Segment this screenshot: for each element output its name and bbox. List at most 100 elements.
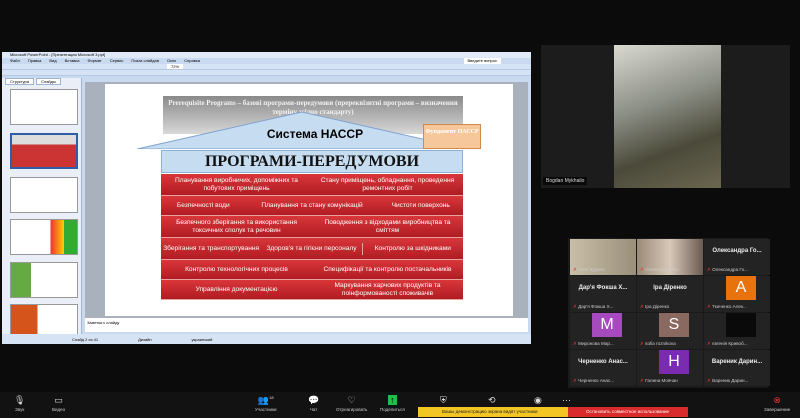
- whiteboard-button[interactable]: ⟲: [488, 395, 496, 407]
- participant-tile[interactable]: Олександра Го... ✗ Олександра Го...: [704, 239, 770, 275]
- record-button[interactable]: ◉: [534, 395, 542, 407]
- participant-name: ✗ Миронова Мар...: [573, 341, 633, 347]
- participant-tile[interactable]: Іра Діренко ✗ Іра Діренко: [637, 276, 703, 312]
- program-cell: Управління документацією: [195, 285, 278, 293]
- share-icon: ↑: [388, 395, 397, 405]
- language: украинский: [191, 337, 213, 342]
- participant-name: ✗ євгенія Кривоб...: [707, 341, 767, 347]
- program-cell: Планування та стану комунікацій: [261, 201, 363, 209]
- program-cell: Чистоти поверхонь: [391, 201, 450, 209]
- tab-outline[interactable]: Структура: [5, 78, 34, 85]
- participant-label: євгенія Кривоб...: [712, 341, 748, 346]
- heart-icon: ♡: [347, 395, 356, 405]
- program-cell: Маркування харчових продуктів та поінфор…: [334, 281, 441, 297]
- participant-label: Олександра Ко...: [645, 267, 682, 272]
- help-search[interactable]: Введите вопрос: [463, 58, 501, 64]
- notes-pane[interactable]: Заметки к слайду: [85, 318, 528, 332]
- participant-name: ✗ sofia roznikova: [640, 341, 700, 347]
- program-cell: Зберігання та транспортування: [163, 244, 260, 252]
- participant-title: Дар'я Фокша Х...: [578, 285, 628, 291]
- participant-label: Черненко Анас...: [578, 378, 615, 383]
- zoom-select[interactable]: 72%: [167, 64, 184, 69]
- apps-button[interactable]: ⛨: [440, 395, 447, 407]
- participant-label: sofia roznikova: [645, 341, 676, 346]
- participant-name: ✗ Олександра Ко...: [640, 267, 700, 273]
- video-button[interactable]: ▭ Видео: [52, 395, 65, 412]
- participant-gallery: ✗ Олег Кудаєв ✗ Олександра Ко... Олександр…: [568, 238, 770, 388]
- participant-title: Вареник Дарин...: [711, 359, 763, 365]
- participant-tile[interactable]: A ✗ Ткаченко Алек...: [704, 276, 770, 312]
- avatar: M: [592, 313, 622, 337]
- participant-name: ✗ Галина Мовчан: [640, 378, 700, 384]
- house-title: Система НАССР: [266, 127, 364, 141]
- more-button[interactable]: ⋯: [562, 395, 571, 407]
- avatar: A: [726, 276, 756, 300]
- tab-slides[interactable]: Слайды: [35, 78, 61, 85]
- participant-tile[interactable]: M ✗ Миронова Мар...: [570, 313, 636, 349]
- slide-thumbnail-selected[interactable]: [10, 133, 78, 169]
- program-row: Безпечності води Планування та стану кому…: [161, 196, 463, 216]
- status-bar: Слайд 2 из 41 Дизайн украинский: [2, 334, 531, 344]
- program-cell: Контролю технологічних процесів: [185, 265, 288, 273]
- whiteboard-icon: ⟲: [488, 395, 496, 405]
- microphone-icon: 🎙: [14, 395, 26, 405]
- program-cell: Контролю за шкідниками: [361, 242, 463, 255]
- program-row: Контролю технологічних процесів Специфіка…: [161, 260, 463, 280]
- participant-tile[interactable]: ✗ євгенія Кривоб...: [704, 313, 770, 349]
- program-cell: Поводження з відходами виробництва та см…: [324, 218, 451, 234]
- slide-thumbnail[interactable]: [10, 262, 78, 298]
- speaker-name: Bogdan Mykhailo: [543, 177, 588, 185]
- programs-table: Планування виробничих, допоміжних та поб…: [161, 174, 463, 300]
- program-cell: Безпечного зберігання та використання то…: [176, 218, 297, 234]
- participant-label: Галина Мовчан: [645, 378, 678, 383]
- program-cell: Специфікації та контролю постачальників: [323, 265, 452, 273]
- more-icon: ⋯: [562, 395, 571, 405]
- slide-thumbnail[interactable]: [10, 219, 78, 255]
- end-icon: ⊗: [773, 395, 781, 405]
- participants-button[interactable]: 👥18 Участники: [255, 395, 277, 412]
- formatting-toolbar[interactable]: [2, 70, 531, 76]
- program-cell: Планування виробничих, допоміжних та поб…: [175, 176, 298, 192]
- audio-button[interactable]: 🎙 Звук: [14, 395, 25, 412]
- chat-button[interactable]: 💬 Чат: [308, 395, 319, 412]
- camera-icon: ▭: [54, 395, 63, 405]
- end-button[interactable]: ⊗ Завершение: [764, 395, 790, 412]
- participant-tile[interactable]: Черненко Анас... ✗ Черненко Анас...: [570, 350, 636, 386]
- participant-title: Черненко Анас...: [578, 359, 628, 365]
- slide-editor: Prerequisite Programs – базові програми-…: [85, 82, 528, 318]
- participants-icon: 👥18: [257, 395, 274, 405]
- participant-label: Олександра Го...: [712, 267, 748, 272]
- participant-label: Дар'я Фокша Х...: [578, 304, 614, 309]
- record-icon: ◉: [534, 395, 542, 405]
- program-row: Планування виробничих, допоміжних та поб…: [161, 174, 463, 196]
- participant-title: Іра Діренко: [653, 285, 687, 291]
- participant-label: Іра Діренко: [645, 304, 670, 309]
- participant-name: ✗ Олег Кудаєв: [573, 267, 633, 273]
- participant-tile[interactable]: S ✗ sofia roznikova: [637, 313, 703, 349]
- apps-icon: ⛨: [440, 395, 447, 405]
- participant-tile[interactable]: H ✗ Галина Мовчан: [637, 350, 703, 386]
- participant-name: ✗ Вареник Дарин...: [707, 378, 767, 384]
- participant-label: Ткаченко Алек...: [712, 304, 747, 309]
- participant-title: Олександра Го...: [712, 248, 762, 254]
- participant-name: ✗ Черненко Анас...: [573, 378, 633, 384]
- program-cell: Здоров'я та гігієни персоналу: [266, 244, 357, 252]
- participant-tile[interactable]: ✗ Олег Кудаєв: [570, 239, 636, 275]
- participant-label: Олег Кудаєв: [578, 267, 605, 272]
- participant-name: ✗ Ткаченко Алек...: [707, 304, 767, 310]
- participant-tile[interactable]: Вареник Дарин... ✗ Вареник Дарин...: [704, 350, 770, 386]
- design-name: Дизайн: [138, 337, 152, 342]
- active-speaker-tile[interactable]: Bogdan Mykhailo: [541, 45, 790, 188]
- powerpoint-window: Microsoft PowerPoint - [Презентация Micr…: [2, 52, 531, 344]
- participant-tile[interactable]: Дар'я Фокша Х... ✗ Дар'я Фокша Х...: [570, 276, 636, 312]
- slide-thumbnail[interactable]: [10, 89, 78, 125]
- participant-tile[interactable]: ✗ Олександра Ко...: [637, 239, 703, 275]
- program-cell: Стану приміщень, обладнання, проведення …: [320, 176, 455, 192]
- programs-band: ПРОГРАМИ-ПЕРЕДУМОВИ: [161, 150, 463, 173]
- program-row: Безпечного зберігання та використання то…: [161, 216, 463, 238]
- react-button[interactable]: ♡ Отреагировать: [336, 395, 367, 412]
- stop-share-button[interactable]: Остановить совместное использование: [568, 407, 688, 417]
- menu-item[interactable]: Справка: [184, 58, 200, 64]
- share-button[interactable]: ↑ Поделиться: [380, 395, 405, 412]
- slide-thumbnail[interactable]: [10, 177, 78, 213]
